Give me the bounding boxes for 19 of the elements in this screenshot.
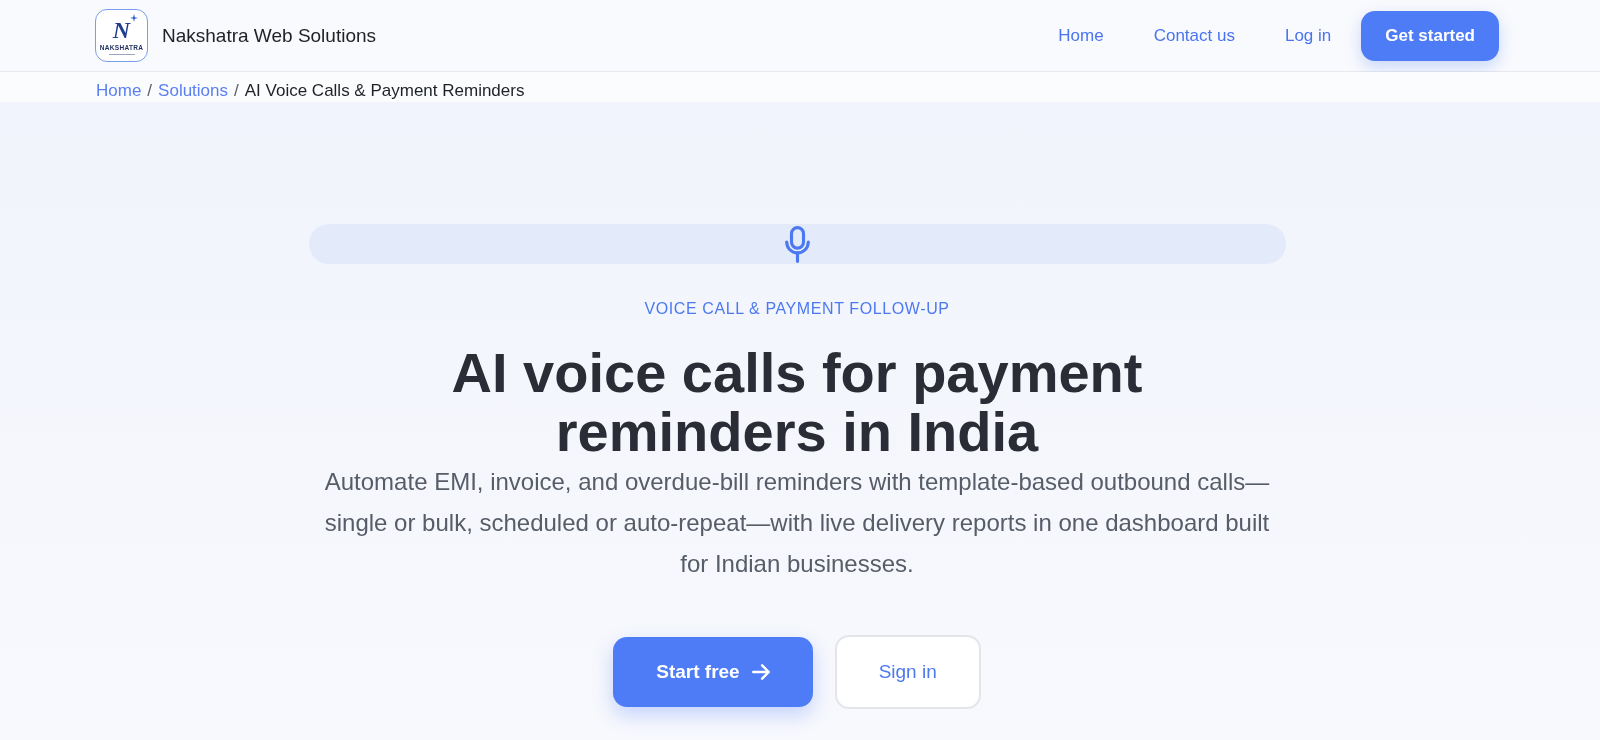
nav-link[interactable]: Home xyxy=(1058,25,1104,46)
breadcrumb-separator: / xyxy=(234,81,239,101)
breadcrumb-current: AI Voice Calls & Payment Reminders xyxy=(244,81,525,101)
nav-link[interactable]: Log in xyxy=(1284,25,1332,46)
microphone-icon xyxy=(784,225,810,263)
brand-name: Nakshatra Web Solutions xyxy=(162,24,377,47)
hero-title: AI voice calls for payment reminders in India xyxy=(450,343,1144,461)
start-free-button[interactable]: Start free xyxy=(613,637,813,707)
star-icon xyxy=(130,14,138,22)
get-started-button[interactable]: Get started xyxy=(1361,10,1499,61)
sign-in-button[interactable]: Sign in xyxy=(834,635,981,709)
logo-letter: N xyxy=(112,18,131,41)
breadcrumb-link[interactable]: Home xyxy=(96,81,142,101)
breadcrumb-separator: / xyxy=(147,81,153,101)
nav-link[interactable]: Contact us xyxy=(1153,25,1235,46)
hero-description: Automate EMI, invoice, and overdue-bill reminders with template-based outbound calls—single or bulk, scheduled or auto-repeat—with live delivery reports in one dashboard built for Indian businesses. xyxy=(323,467,1271,579)
breadcrumb-link[interactable]: Solutions xyxy=(158,81,229,101)
eyebrow-label: VOICE CALL & PAYMENT FOLLOW-UP xyxy=(644,299,950,319)
arrow-right-icon xyxy=(751,664,770,680)
